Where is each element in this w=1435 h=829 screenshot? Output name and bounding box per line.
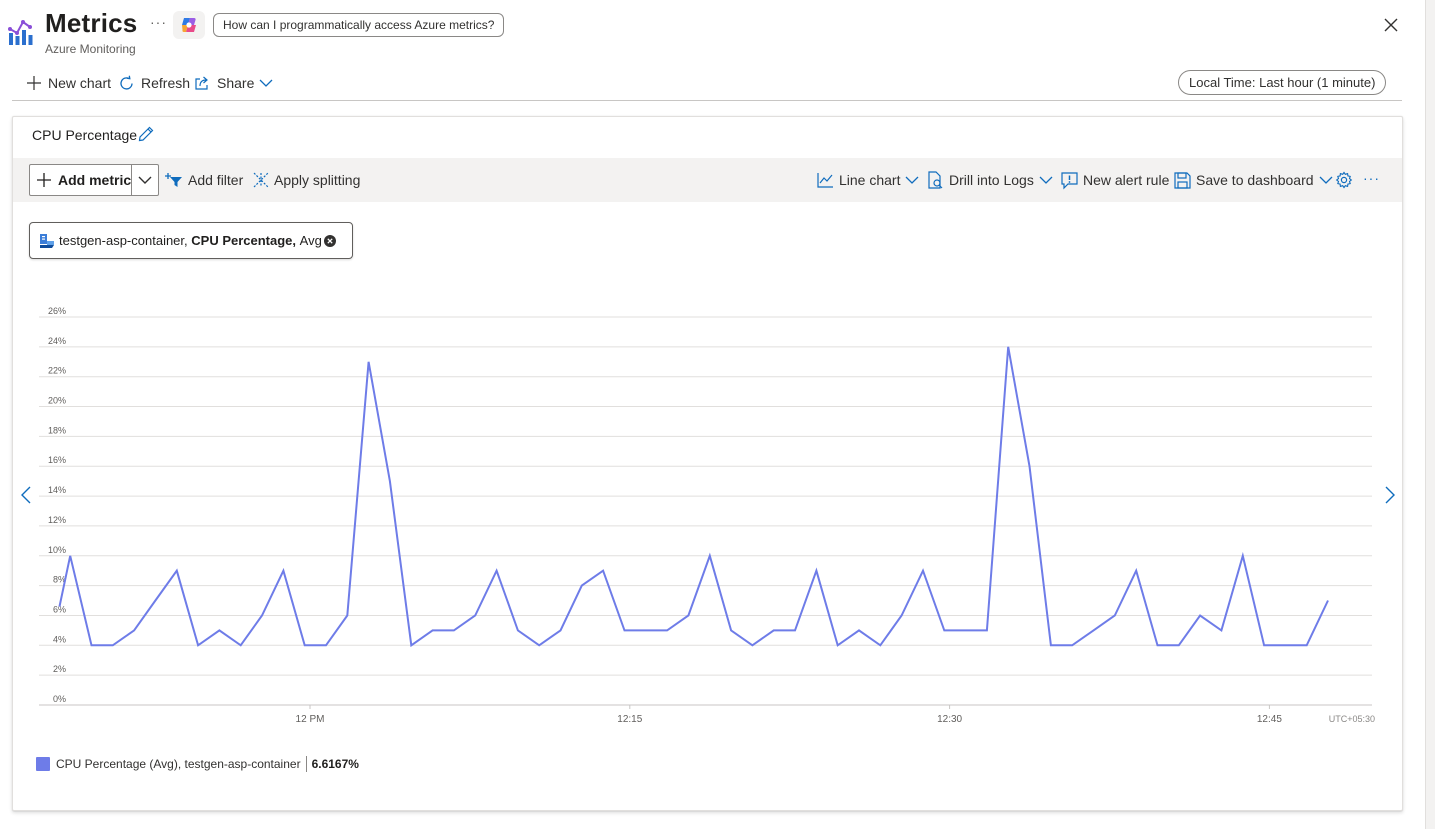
y-tick-label: 12% — [48, 515, 66, 525]
y-tick-label: 0% — [53, 694, 66, 704]
timezone-label: UTC+05:30 — [1329, 714, 1375, 724]
legend-label: CPU Percentage (Avg), testgen-asp-contai… — [56, 757, 301, 771]
x-tick-label: 12:15 — [617, 714, 642, 725]
y-tick-label: 26% — [48, 306, 66, 316]
y-tick-label: 22% — [48, 366, 66, 376]
chart-legend[interactable]: CPU Percentage (Avg), testgen-asp-contai… — [36, 756, 359, 772]
y-tick-label: 16% — [48, 455, 66, 465]
legend-value: 6.6167% — [311, 757, 359, 771]
y-tick-label: 2% — [53, 664, 66, 674]
y-tick-label: 14% — [48, 485, 66, 495]
x-tick-label: 12 PM — [296, 714, 325, 725]
y-tick-label: 18% — [48, 425, 66, 435]
x-tick-label: 12:30 — [937, 714, 962, 725]
line-chart: 0%2%4%6%8%10%12%14%16%18%20%22%24%26% 12… — [39, 306, 1375, 725]
x-tick-label: 12:45 — [1257, 714, 1282, 725]
y-tick-label: 24% — [48, 336, 66, 346]
y-tick-label: 20% — [48, 396, 66, 406]
y-tick-label: 10% — [48, 545, 66, 555]
legend-swatch — [36, 757, 50, 771]
legend-divider — [305, 756, 307, 772]
y-tick-label: 4% — [53, 634, 66, 644]
